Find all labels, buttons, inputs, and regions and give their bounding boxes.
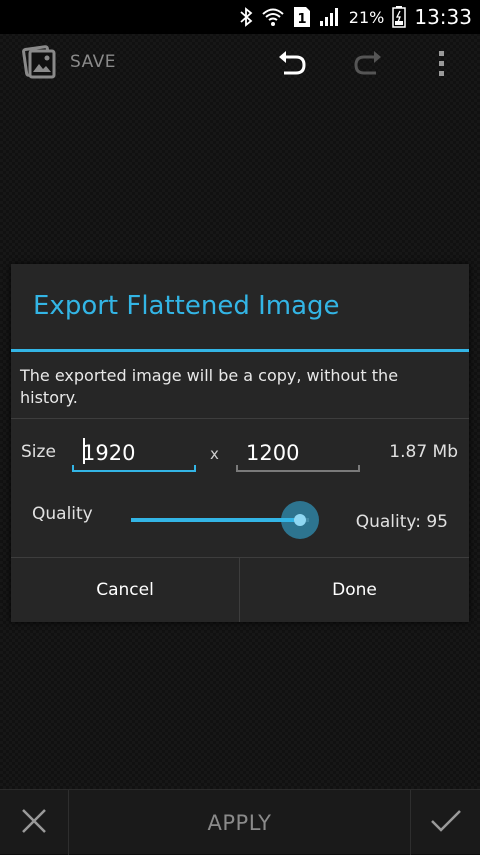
slider-thumb[interactable] [294,514,306,526]
signal-icon [319,7,341,27]
bluetooth-icon [239,7,253,27]
clock: 13:33 [414,5,472,29]
sim-slot-label: 1 [297,12,306,27]
dimension-separator: x [210,445,219,463]
underline-tick [72,465,74,471]
size-label: Size [21,442,56,462]
overflow-menu-icon[interactable] [430,48,462,80]
slider-fill [131,518,300,522]
text-cursor [83,438,85,464]
height-input[interactable] [236,434,360,472]
dialog-message: The exported image will be a copy, witho… [20,366,399,407]
undo-icon[interactable] [276,48,308,80]
divider [11,418,469,419]
apply-button[interactable]: APPLY [69,790,410,855]
action-bar: SAVE [0,34,480,94]
width-input[interactable] [72,434,196,472]
close-icon [21,808,47,838]
battery-percent: 21% [348,7,385,27]
cancel-button[interactable]: Cancel [11,558,239,622]
wifi-icon [261,7,285,27]
height-input-underline [236,470,360,472]
underline-tick [236,465,238,471]
export-dialog: Export Flattened Image The exported imag… [11,264,469,622]
dialog-title: Export Flattened Image [33,291,340,321]
underline-tick [358,465,360,471]
file-size: 1.87 Mb [389,442,458,462]
confirm-button[interactable] [411,790,480,855]
status-bar: 1 21% 13:33 [0,0,480,34]
redo-icon[interactable] [352,48,384,80]
quality-label: Quality [32,504,93,524]
save-button[interactable]: SAVE [70,52,116,72]
checkmark-icon [430,808,462,838]
battery-icon [392,6,407,28]
quality-slider[interactable] [131,501,319,539]
done-button[interactable]: Done [240,558,469,622]
sim-icon: 1 [293,6,311,28]
close-button[interactable] [0,790,68,855]
width-input-underline [72,470,196,472]
app-image-icon[interactable] [22,42,56,80]
dialog-button-row: Cancel Done [11,558,469,622]
quality-value: Quality: 95 [355,512,448,532]
underline-tick [194,465,196,471]
title-divider [11,349,469,352]
bottom-bar: APPLY [0,789,480,855]
